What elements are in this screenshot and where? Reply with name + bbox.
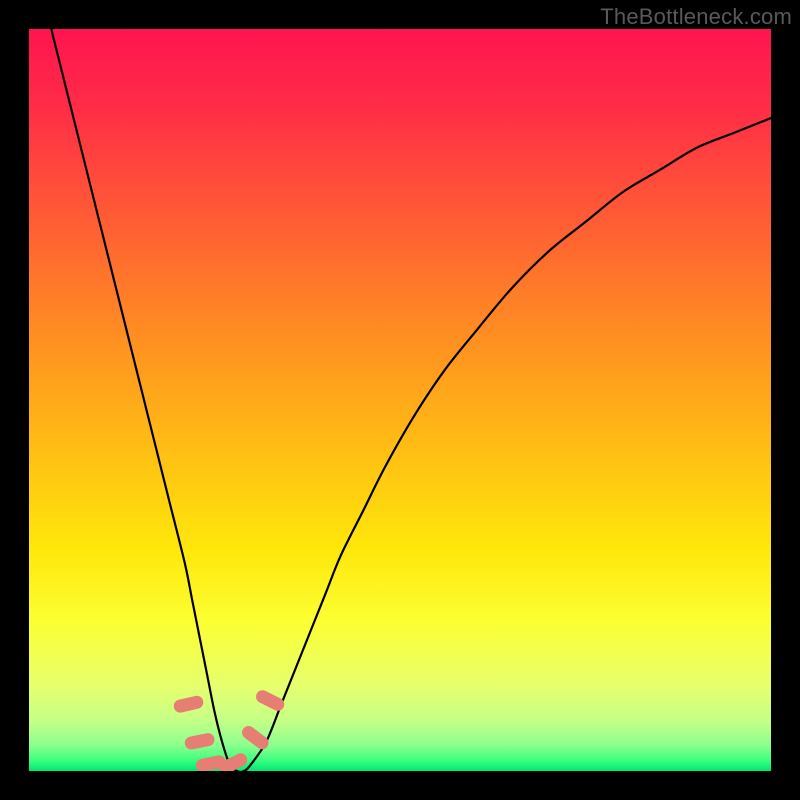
plot-frame bbox=[29, 29, 771, 771]
bottleneck-chart bbox=[29, 29, 771, 771]
watermark-label: TheBottleneck.com bbox=[600, 4, 792, 30]
gradient-background bbox=[29, 29, 771, 771]
